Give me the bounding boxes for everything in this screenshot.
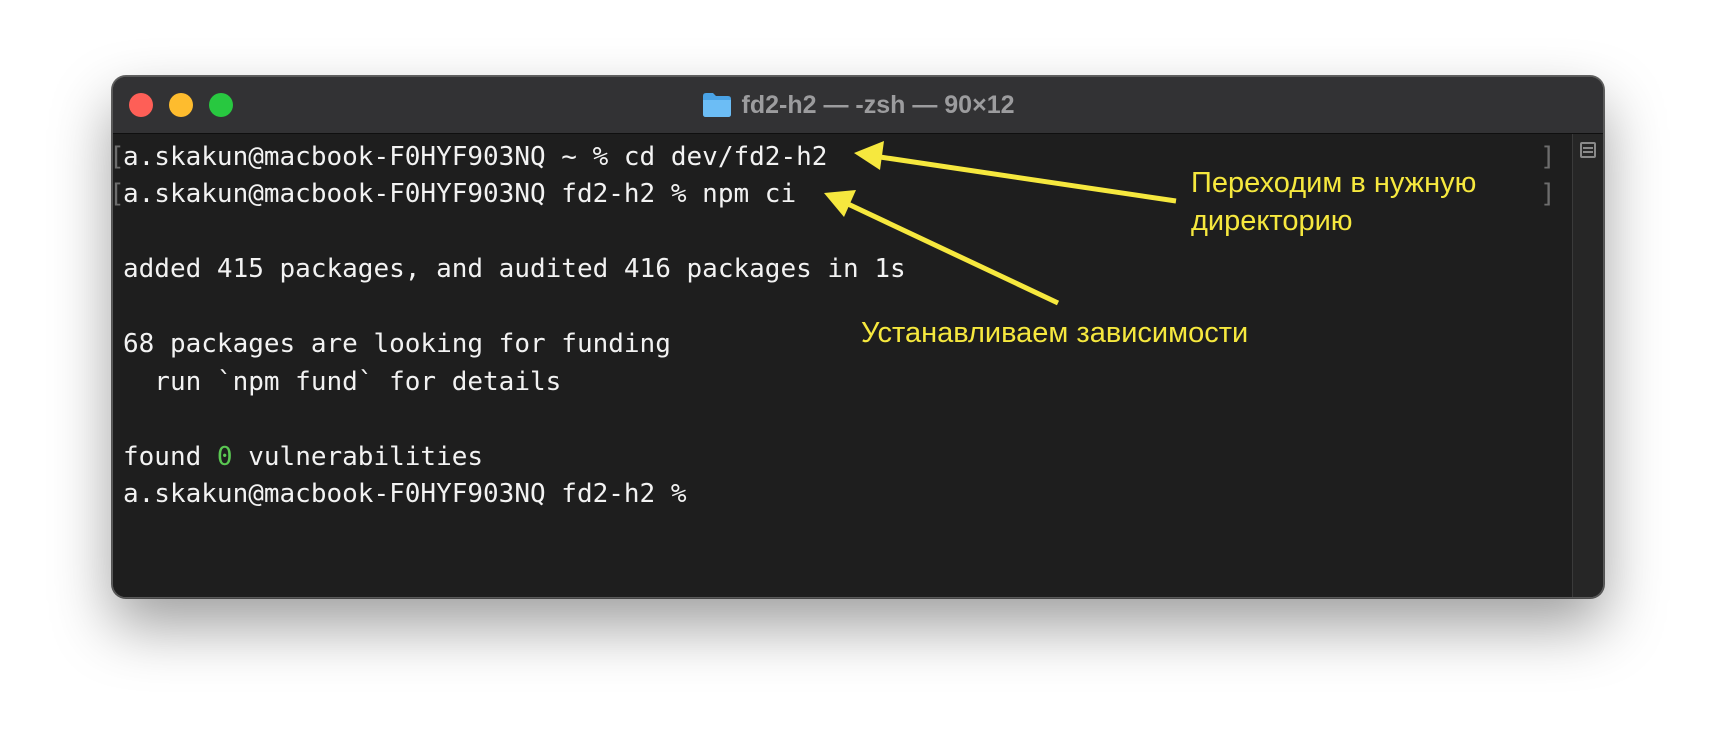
window-title-area: fd2-h2 — -zsh — 90×12 xyxy=(113,77,1603,133)
line-marker-right: ] xyxy=(1540,179,1556,209)
vulnerabilities-text: vulnerabilities xyxy=(232,442,484,472)
window-title: fd2-h2 — -zsh — 90×12 xyxy=(741,90,1015,119)
terminal-line: 68 packages are looking for funding xyxy=(123,329,671,359)
terminal-line: added 415 packages, and audited 416 pack… xyxy=(123,254,906,284)
terminal-window: fd2-h2 — -zsh — 90×12 [ [ ] ] a.skakun@m… xyxy=(112,76,1604,598)
folder-icon xyxy=(702,92,732,118)
found-text: found xyxy=(123,442,217,472)
terminal-line: a.skakun@macbook-F0HYF903NQ ~ % cd dev/f… xyxy=(123,142,828,172)
terminal-line: a.skakun@macbook-F0HYF903NQ fd2-h2 % npm… xyxy=(123,179,797,209)
scrollbar[interactable] xyxy=(1572,134,1603,597)
split-pane-icon[interactable] xyxy=(1580,142,1596,158)
vulnerability-count: 0 xyxy=(216,442,233,472)
annotation-install-note: Устанавливаем зависимости xyxy=(861,317,1249,349)
terminal-line-vulnerabilities: found 0 vulnerabilities xyxy=(123,438,483,476)
title-bar[interactable]: fd2-h2 — -zsh — 90×12 xyxy=(113,77,1603,134)
annotation-cd-note: Переходим в нужную директорию xyxy=(1191,167,1477,237)
terminal-prompt: a.skakun@macbook-F0HYF903NQ fd2-h2 % xyxy=(123,479,687,509)
terminal-line: run `npm fund` for details xyxy=(123,367,562,397)
line-marker-right: ] xyxy=(1540,142,1556,172)
